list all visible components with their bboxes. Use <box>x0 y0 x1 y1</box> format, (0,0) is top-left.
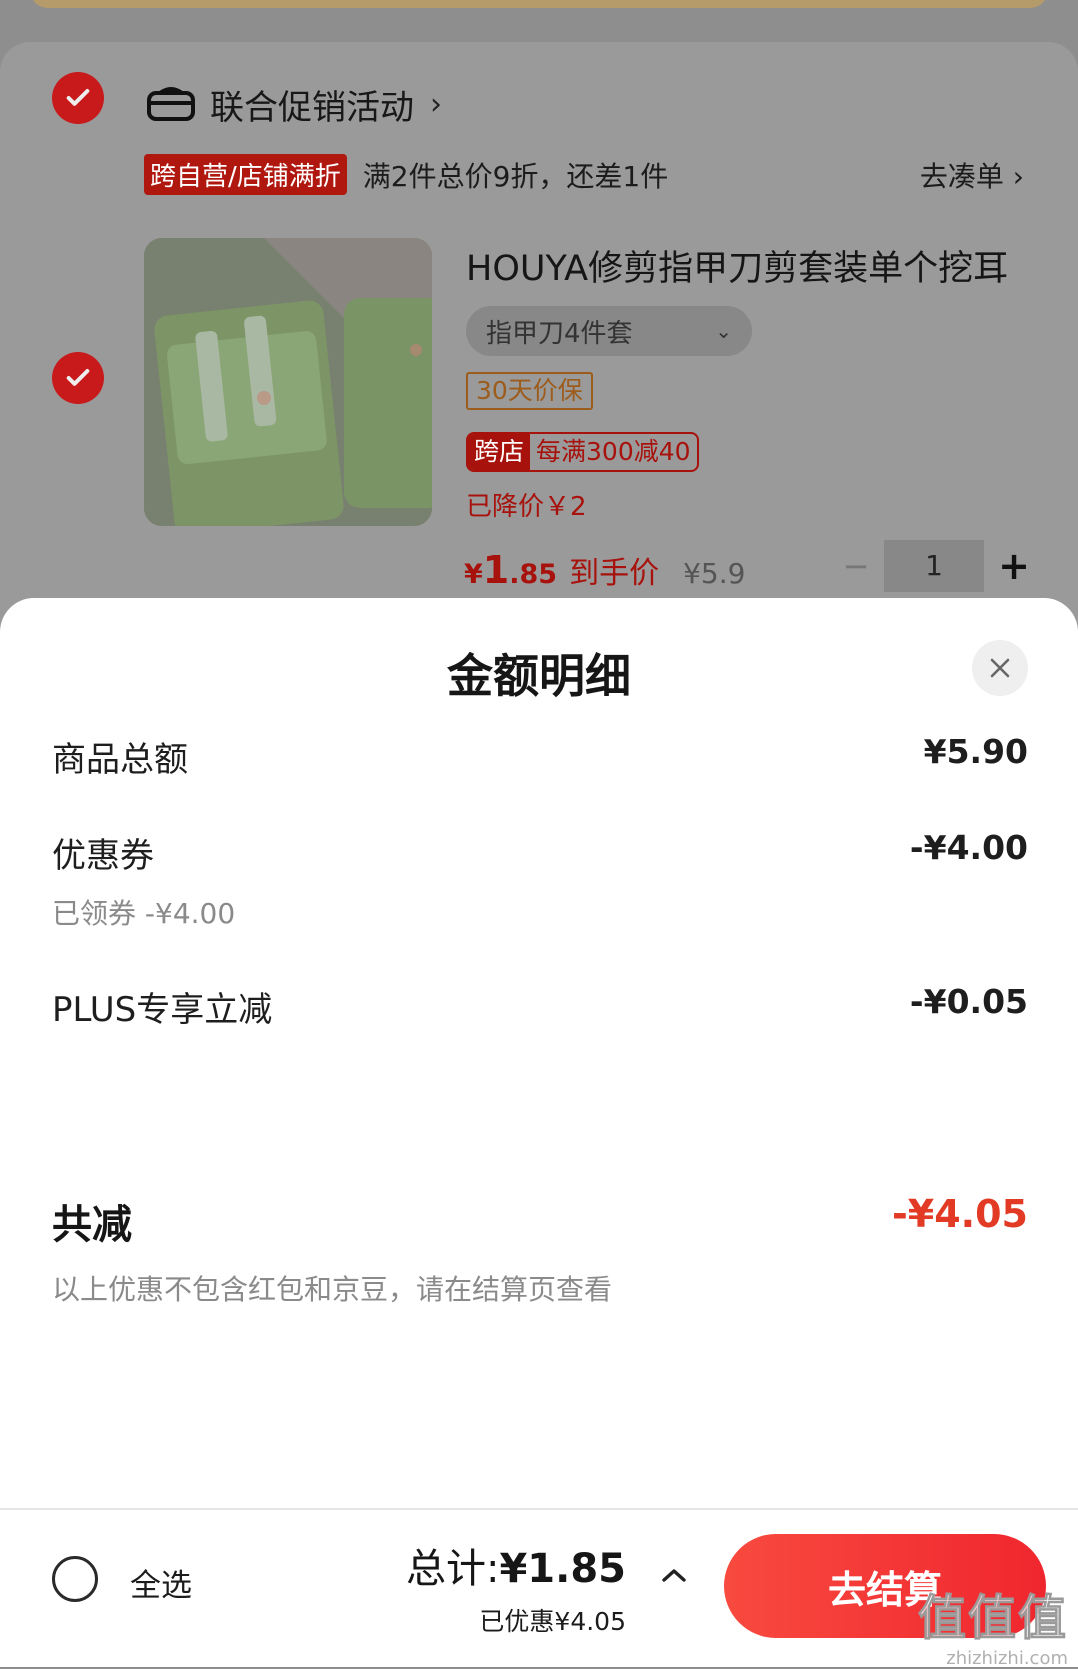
total-label: 总计: <box>405 1546 500 1592</box>
coupon-label: 优惠券 <box>52 836 154 876</box>
plus-icon[interactable]: + <box>984 544 1044 588</box>
checkmark-icon <box>66 89 90 106</box>
store-promo-tag: 跨店 每满300减40 <box>466 432 699 472</box>
chevron-right-icon: › <box>1012 159 1024 193</box>
discount-note: 以上优惠不包含红包和京豆，请在结算页查看 <box>52 1273 613 1306</box>
final-price: ¥1.85 <box>464 548 557 592</box>
store-tag-label: 跨店 <box>468 434 531 470</box>
top-banner-strip <box>30 0 1048 8</box>
chevron-right-icon: › <box>430 87 442 122</box>
subtotal-label: 商品总额 <box>52 740 188 780</box>
watermark-url: zhizhizhi.com <box>946 1648 1068 1669</box>
store-tag-offer: 每满300减40 <box>536 437 691 466</box>
plus-discount-value: -¥0.05 <box>909 982 1028 1021</box>
total-discount-label: 共减 <box>52 1202 132 1248</box>
saved-amount: 已优惠¥4.05 <box>479 1607 626 1636</box>
select-all-radio[interactable] <box>52 1556 98 1602</box>
sum-total: 总计:¥1.85 <box>406 1536 626 1594</box>
coupon-value: -¥4.00 <box>909 828 1028 867</box>
sku-dropdown[interactable]: 指甲刀4件套 ⌄ <box>466 306 752 356</box>
nail-clipper-set-image <box>144 238 432 526</box>
promo-header[interactable]: 联合促销活动 › <box>146 80 442 129</box>
price-row: ¥1.85 到手价 ¥5.9 <box>464 548 745 592</box>
promo-rule: 跨自营/店铺满折 满2件总价9折，还差1件 去凑单 › <box>144 154 1024 195</box>
chevron-up-icon[interactable] <box>658 1560 690 1592</box>
product-title[interactable]: HOUYA修剪指甲刀剪套装单个挖耳 <box>466 240 1008 291</box>
total-value: ¥1.85 <box>499 1546 626 1592</box>
quantity-stepper: − 1 + <box>828 540 1044 592</box>
price-protect-badge: 30天价保 <box>466 372 593 410</box>
watermark-logo: 值值值 <box>917 1590 1068 1647</box>
original-price: ¥5.9 <box>683 557 746 590</box>
plus-discount-label: PLUS专享立减 <box>52 990 273 1030</box>
shop-icon <box>147 86 195 121</box>
sheet-title: 金额明细 <box>447 649 631 703</box>
item-checkbox[interactable] <box>52 352 104 404</box>
total-discount-value: -¥4.05 <box>892 1192 1028 1236</box>
rule-tag: 跨自营/店铺满折 <box>144 154 347 195</box>
rule-text: 满2件总价9折，还差1件 <box>362 159 669 193</box>
watermark: 值值值 zhizhizhi.com <box>917 1578 1068 1669</box>
price-integer: 1 <box>482 548 510 592</box>
checkout-bar: 全选 总计:¥1.85 已优惠¥4.05 去结算 <box>0 1508 1078 1667</box>
amount-detail-sheet: 金额明细 商品总额 ¥5.90 优惠券 -¥4.00 已领券 -¥4.00 PL… <box>0 598 1078 1665</box>
to-hand-label: 到手价 <box>569 556 660 591</box>
price-decimal: .85 <box>509 559 558 590</box>
store-checkbox[interactable] <box>52 72 104 124</box>
sku-label: 指甲刀4件套 <box>486 318 633 349</box>
checkmark-icon <box>66 369 90 386</box>
currency-symbol: ¥ <box>464 559 483 590</box>
promo-title: 联合促销活动 <box>210 88 414 128</box>
chevron-down-icon: ⌄ <box>715 319 732 343</box>
quantity-input[interactable]: 1 <box>884 540 984 592</box>
select-all-label[interactable]: 全选 <box>130 1560 192 1605</box>
price-drop-text: 已降价￥2 <box>466 492 587 522</box>
subtotal-value: ¥5.90 <box>923 732 1028 771</box>
product-image[interactable] <box>144 238 432 526</box>
close-icon <box>990 658 1010 678</box>
minus-icon[interactable]: − <box>828 547 884 585</box>
close-button[interactable] <box>972 640 1028 696</box>
coupon-sub: 已领券 -¥4.00 <box>52 897 236 930</box>
add-items-link[interactable]: 去凑单 › <box>920 155 1024 195</box>
add-items-label: 去凑单 <box>919 159 1004 193</box>
